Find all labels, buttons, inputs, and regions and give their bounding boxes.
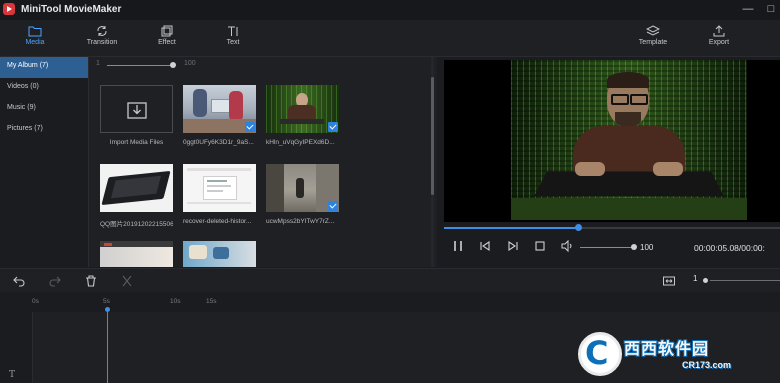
sidebar-item-label: Videos: [7, 83, 29, 90]
media-label: Import Media Files: [109, 139, 164, 146]
volume-slider-knob[interactable]: [631, 244, 637, 250]
watermark-text: 西西软件园: [624, 341, 710, 358]
previous-frame-icon[interactable]: [478, 239, 492, 253]
redo-icon[interactable]: [48, 274, 62, 288]
fit-timeline-icon[interactable]: [662, 274, 676, 288]
stop-icon[interactable]: [533, 239, 547, 253]
ruler-tick-label: 15s: [206, 298, 217, 305]
app-title: MiniTool MovieMaker: [21, 4, 122, 15]
playhead[interactable]: [107, 309, 108, 383]
sidebar-item-label: Music: [7, 104, 26, 111]
app-logo-icon: [3, 3, 15, 15]
template-label: Template: [638, 39, 668, 46]
export-button[interactable]: Export: [706, 20, 732, 56]
media-item[interactable]: [183, 241, 256, 267]
undo-icon[interactable]: [12, 274, 26, 288]
import-media-tile[interactable]: Import Media Files: [100, 85, 173, 146]
text-track-icon: T: [9, 370, 16, 380]
tab-effect[interactable]: Effect: [152, 20, 182, 56]
sidebar-item-my-album[interactable]: My Album (7): [0, 57, 88, 78]
effect-icon: [161, 25, 173, 37]
watermark-subtext: CR173.com: [682, 360, 732, 370]
ruler-tick-label: 10s: [170, 298, 181, 305]
playback-progress-fill: [444, 227, 579, 229]
media-item[interactable]: QQ图片20191202215506: [100, 164, 173, 228]
selected-checkbox[interactable]: [328, 201, 338, 211]
sidebar-item-music[interactable]: Music (9): [0, 99, 88, 120]
thumbnail-zoom-slider[interactable]: 1 100: [89, 57, 437, 73]
zoom-max-label: 100: [184, 60, 196, 67]
media-label: 0ggt0UFy6K3D1r_9aS...: [183, 139, 254, 146]
track-headers: [0, 312, 33, 383]
playhead-handle[interactable]: [105, 307, 110, 312]
sidebar-item-count: (0): [30, 83, 39, 90]
watermark-logo-letter: C: [585, 334, 609, 372]
layers-icon: [646, 25, 660, 36]
selected-checkbox[interactable]: [245, 122, 255, 132]
tab-media-label: Media: [25, 39, 45, 46]
next-frame-icon[interactable]: [506, 239, 520, 253]
video-preview[interactable]: [444, 60, 780, 222]
zoom-knob[interactable]: [170, 62, 176, 68]
timeline-zoom-track[interactable]: [710, 280, 780, 281]
timeline-zoom-value: 1: [693, 274, 698, 283]
template-button[interactable]: Template: [636, 20, 670, 56]
sidebar-item-videos[interactable]: Videos (0): [0, 78, 88, 99]
media-library: 1 100 Import Media Files 0ggt0UFy6K3D1r_…: [89, 57, 437, 267]
sidebar-item-count: (9): [27, 104, 36, 111]
zoom-min-label: 1: [96, 60, 100, 67]
timeline-toolbar: 1: [0, 268, 780, 293]
site-watermark: C 西西软件园 CR173.com: [578, 332, 760, 376]
selected-checkbox[interactable]: [328, 122, 338, 132]
title-bar: MiniTool MovieMaker — □: [0, 0, 780, 20]
media-item[interactable]: kHln_uVqGyIPEXd6D...: [266, 85, 339, 146]
export-label: Export: [708, 39, 730, 46]
minimize-button[interactable]: —: [739, 2, 757, 17]
sidebar-item-label: Pictures: [7, 125, 33, 132]
download-icon: [127, 102, 147, 119]
timecode: 00:00:05.08/00:00:: [694, 243, 765, 253]
export-icon: [713, 25, 725, 37]
tab-text-label: Text: [226, 39, 240, 46]
media-item[interactable]: ucwMpss2bYITwY7rZ...: [266, 164, 339, 225]
timeline-zoom-knob[interactable]: [703, 278, 708, 283]
pause-icon[interactable]: [451, 239, 465, 253]
tab-transition[interactable]: Transition: [82, 20, 122, 56]
tab-transition-label: Transition: [86, 39, 118, 46]
zoom-track[interactable]: [107, 65, 173, 66]
playback-progress-knob[interactable]: [575, 224, 583, 231]
sidebar-item-pictures[interactable]: Pictures (7): [0, 120, 88, 141]
text-icon: [228, 26, 238, 36]
tab-media[interactable]: Media: [18, 20, 52, 56]
split-icon[interactable]: [120, 274, 134, 288]
library-scrollbar-thumb[interactable]: [431, 77, 434, 195]
volume-value: 100: [640, 243, 654, 252]
sidebar-item-count: (7): [39, 62, 49, 69]
volume-slider-track[interactable]: [580, 247, 632, 248]
sidebar-item-label: My Album: [7, 62, 38, 69]
tab-text[interactable]: Text: [220, 20, 246, 56]
sidebar-item-count: (7): [34, 125, 43, 132]
main-toolbar: Media Transition Effect Text Template Ex…: [0, 20, 780, 57]
media-label: recover-deleted-histor...: [183, 218, 252, 225]
ruler-tick-label: 5s: [103, 298, 110, 305]
video-frame-image: [511, 60, 747, 220]
tab-effect-label: Effect: [158, 39, 176, 46]
folder-icon: [28, 26, 42, 37]
album-sidebar: My Album (7) Videos (0) Music (9) Pictur…: [0, 57, 89, 267]
media-label: QQ图片20191202215506: [100, 221, 173, 228]
media-item[interactable]: recover-deleted-histor...: [183, 164, 256, 225]
preview-player: 100 00:00:05.08/00:00:: [438, 57, 780, 267]
media-item[interactable]: [100, 241, 173, 267]
media-item[interactable]: 0ggt0UFy6K3D1r_9aS...: [183, 85, 256, 146]
maximize-button[interactable]: □: [762, 2, 780, 17]
media-label: kHln_uVqGyIPEXd6D...: [266, 139, 335, 146]
transition-icon: [97, 26, 107, 36]
media-label: ucwMpss2bYITwY7rZ...: [266, 218, 335, 225]
delete-icon[interactable]: [84, 274, 98, 288]
timeline-ruler[interactable]: 0s 5s 10s 15s: [0, 292, 780, 312]
ruler-tick-label: 0s: [32, 298, 39, 305]
volume-icon[interactable]: [560, 239, 574, 253]
